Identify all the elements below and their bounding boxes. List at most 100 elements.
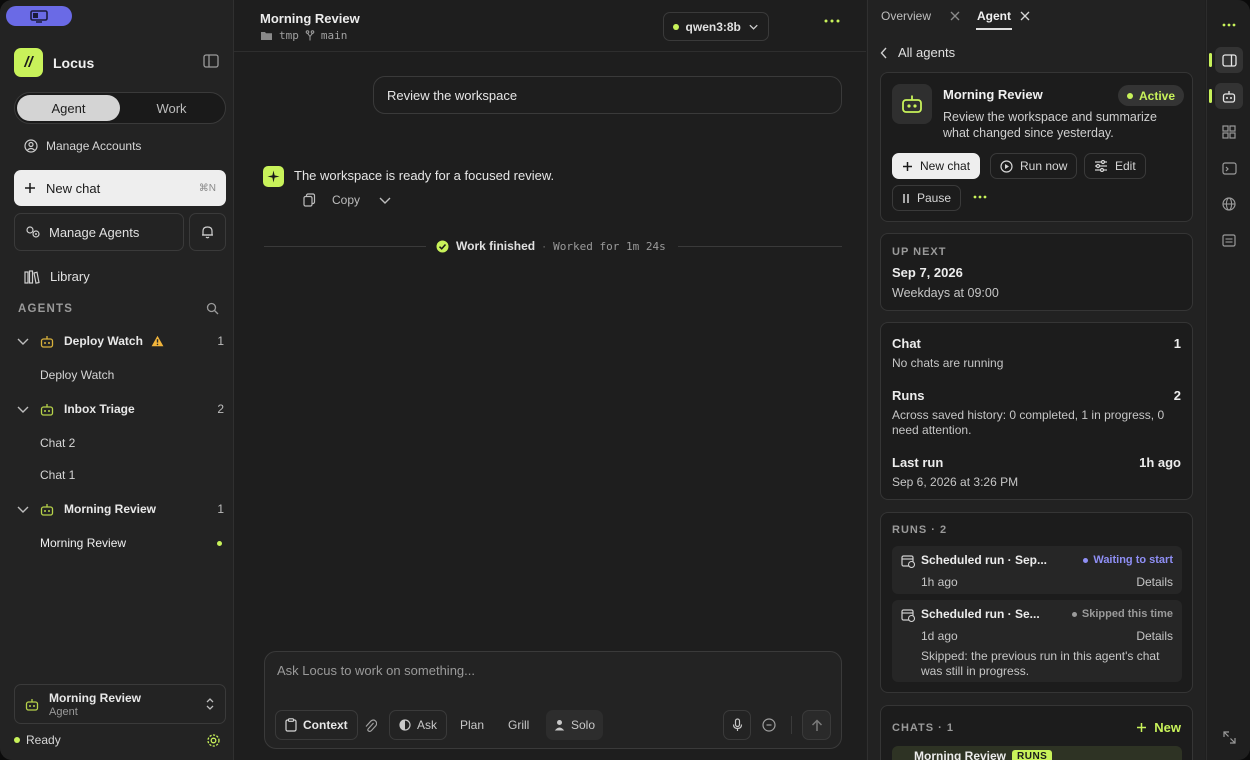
run-status-waiting: Waiting to start bbox=[1083, 554, 1173, 566]
grid-icon bbox=[1222, 125, 1236, 139]
chevron-down-icon bbox=[17, 338, 29, 345]
run-title: Scheduled run · Sep... bbox=[921, 553, 1048, 567]
new-chat-link[interactable]: New bbox=[1136, 720, 1181, 735]
mode-agent-tab[interactable]: Agent bbox=[17, 95, 120, 121]
status-dot bbox=[1127, 92, 1133, 99]
work-finished-divider: Work finished · Worked for 1m 24s bbox=[264, 238, 842, 254]
agent-group-inbox-triage[interactable]: Inbox Triage 2 bbox=[16, 399, 228, 419]
close-icon[interactable] bbox=[950, 11, 960, 21]
monitor-icon bbox=[30, 9, 48, 23]
person-icon bbox=[554, 720, 565, 731]
panel-right-icon bbox=[1221, 53, 1237, 67]
brand: // Locus bbox=[14, 48, 94, 77]
edit-button[interactable]: Edit bbox=[1084, 153, 1146, 179]
grill-mode-button[interactable]: Grill bbox=[508, 710, 529, 740]
rail-terminal-button[interactable] bbox=[1215, 155, 1243, 181]
run-note: Skipped: the previous run in this agent'… bbox=[921, 649, 1160, 678]
chat-list-item[interactable]: Morning Review RUNS bbox=[892, 746, 1182, 760]
manage-agents-button[interactable]: Manage Agents bbox=[14, 213, 184, 251]
current-agent-text: Morning Review Agent bbox=[49, 691, 141, 718]
attach-button[interactable] bbox=[364, 710, 377, 740]
agent-new-chat-button[interactable]: New chat bbox=[892, 153, 981, 179]
sliders-icon bbox=[1095, 160, 1107, 172]
solo-mode-button[interactable]: Solo bbox=[546, 710, 604, 740]
agent-chat-item-active[interactable]: Morning Review bbox=[40, 536, 126, 550]
manage-accounts-link[interactable]: Manage Accounts bbox=[24, 139, 141, 153]
runs-card: RUNS · 2 Scheduled run · Sep... Waiting … bbox=[880, 512, 1193, 693]
app-window: // Locus Agent Work Manage Accounts New … bbox=[0, 0, 1250, 760]
context-button[interactable]: Context bbox=[275, 710, 358, 740]
agents-gear-icon bbox=[26, 226, 40, 238]
tab-agent[interactable]: Agent bbox=[977, 9, 1011, 23]
more-horizontal-icon bbox=[973, 195, 987, 199]
right-tool-rail bbox=[1206, 0, 1250, 760]
rail-grid-button[interactable] bbox=[1215, 119, 1243, 145]
voice-mode-button[interactable] bbox=[762, 710, 776, 740]
chevron-left-icon bbox=[880, 47, 887, 58]
chevron-down-icon bbox=[749, 24, 758, 30]
check-circle-icon bbox=[436, 240, 449, 252]
sidebar-toggle-button[interactable] bbox=[203, 54, 219, 68]
agents-section-header: AGENTS bbox=[18, 303, 74, 315]
chat-stat-count: 1 bbox=[1173, 336, 1181, 351]
agent-group-deploy-watch[interactable]: Deploy Watch 1 bbox=[16, 331, 228, 351]
agent-group-morning-review[interactable]: Morning Review 1 bbox=[16, 499, 228, 519]
agents-search-button[interactable] bbox=[206, 302, 219, 315]
library-link[interactable]: Library bbox=[24, 269, 90, 284]
chat-stat-label: Chat bbox=[892, 336, 921, 351]
rail-expand-button[interactable] bbox=[1215, 724, 1243, 750]
ask-mode-button[interactable]: Ask bbox=[389, 710, 448, 740]
close-icon[interactable] bbox=[1020, 11, 1030, 21]
pause-button[interactable]: Pause bbox=[892, 185, 962, 211]
agent-group-name: Morning Review bbox=[64, 502, 157, 516]
copy-button[interactable]: Copy bbox=[332, 193, 360, 207]
model-selector[interactable]: qwen3:8b bbox=[663, 12, 769, 41]
arrow-up-icon bbox=[811, 718, 822, 731]
run-details-link[interactable]: Details bbox=[1136, 629, 1173, 643]
run-item[interactable]: Scheduled run · Se... Skipped this time … bbox=[892, 600, 1182, 682]
window-switcher-chip[interactable] bbox=[6, 6, 72, 26]
agent-group-count: 1 bbox=[217, 334, 224, 348]
agent-stats-card: Chat 1 No chats are running Runs 2 Acros… bbox=[880, 322, 1193, 500]
brand-name: Locus bbox=[53, 54, 95, 71]
rail-notes-button[interactable] bbox=[1215, 227, 1243, 253]
plan-mode-button[interactable]: Plan bbox=[460, 710, 484, 740]
rail-more-button[interactable] bbox=[1215, 12, 1243, 38]
send-button[interactable] bbox=[802, 710, 831, 740]
up-next-card: UP NEXT Sep 7, 2026 Weekdays at 09:00 bbox=[880, 233, 1193, 311]
terminal-icon bbox=[1221, 161, 1237, 175]
settings-button[interactable] bbox=[206, 733, 221, 748]
agent-chat-item[interactable]: Deploy Watch bbox=[40, 368, 114, 382]
sidebar-toggle-icon bbox=[203, 54, 219, 68]
status-indicator: Ready bbox=[14, 733, 61, 747]
robot-icon bbox=[40, 335, 54, 348]
notifications-button[interactable] bbox=[189, 213, 226, 251]
rail-browser-button[interactable] bbox=[1215, 191, 1243, 217]
run-now-button[interactable]: Run now bbox=[990, 153, 1078, 179]
rail-active-indicator bbox=[1209, 89, 1212, 103]
agent-more-button[interactable] bbox=[973, 195, 987, 199]
mode-work-tab[interactable]: Work bbox=[120, 95, 223, 121]
tab-overview[interactable]: Overview bbox=[881, 9, 931, 23]
agent-chat-item[interactable]: Chat 2 bbox=[40, 436, 75, 450]
active-tab-underline bbox=[976, 28, 1012, 30]
run-item[interactable]: Scheduled run · Sep... Waiting to start … bbox=[892, 546, 1182, 594]
rail-agent-button[interactable] bbox=[1215, 83, 1243, 109]
last-run-time: Sep 6, 2026 at 3:26 PM bbox=[892, 475, 1019, 489]
run-details-link[interactable]: Details bbox=[1136, 575, 1173, 589]
divider-separator: · bbox=[542, 239, 547, 253]
chevron-down-icon[interactable] bbox=[378, 193, 392, 207]
chat-header: Morning Review tmp main qwen3:8b bbox=[234, 0, 866, 52]
chat-more-button[interactable] bbox=[824, 19, 840, 23]
context-label: Context bbox=[303, 718, 348, 732]
back-to-all-agents[interactable]: All agents bbox=[880, 45, 955, 60]
composer-input[interactable]: Ask Locus to work on something... bbox=[277, 663, 475, 678]
mic-button[interactable] bbox=[723, 710, 751, 740]
current-agent-selector[interactable]: Morning Review Agent bbox=[14, 684, 226, 724]
agent-chat-item[interactable]: Chat 1 bbox=[40, 468, 75, 482]
rail-panel-button[interactable] bbox=[1215, 47, 1243, 73]
divider-line bbox=[678, 246, 842, 247]
up-next-schedule: Weekdays at 09:00 bbox=[892, 286, 999, 300]
copy-icon[interactable] bbox=[303, 193, 316, 207]
new-chat-button[interactable]: New chat ⌘N bbox=[14, 170, 226, 206]
